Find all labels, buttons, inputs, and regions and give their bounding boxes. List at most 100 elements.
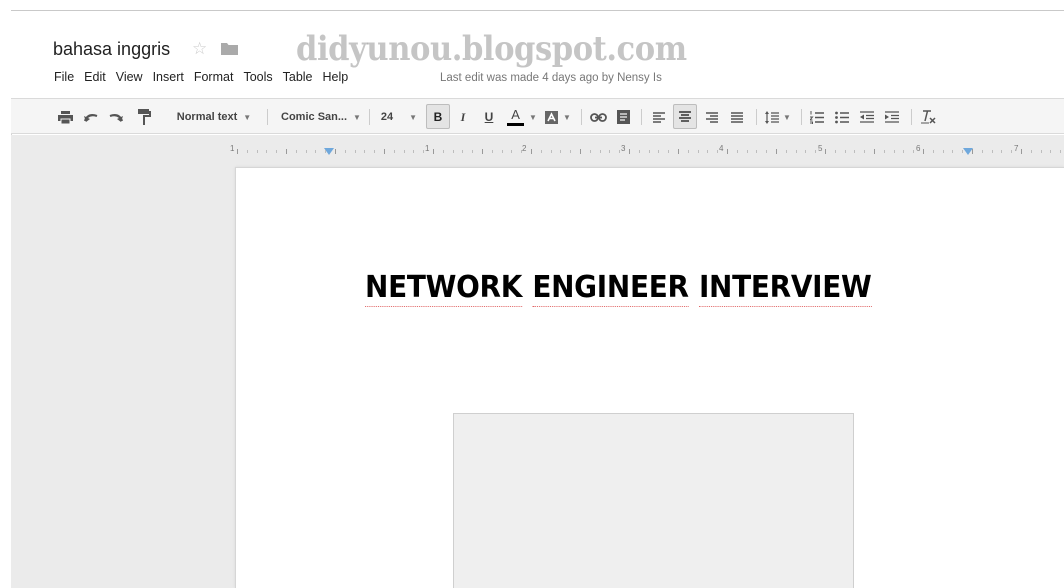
ruler-tick bbox=[648, 150, 650, 153]
ruler-tick bbox=[521, 150, 523, 153]
align-left-icon bbox=[653, 111, 665, 123]
increase-indent-button[interactable] bbox=[881, 99, 903, 135]
text-color-button[interactable]: A ▼ bbox=[505, 99, 539, 135]
menu-view[interactable]: View bbox=[116, 70, 143, 88]
numbered-list-icon bbox=[810, 110, 824, 124]
paint-format-button[interactable] bbox=[135, 99, 153, 135]
justify-icon bbox=[731, 111, 743, 123]
menu-table[interactable]: Table bbox=[283, 70, 313, 88]
highlight-color-button[interactable]: ▼ bbox=[543, 99, 573, 135]
ruler-tick bbox=[550, 150, 552, 153]
watermark: didyunou.blogspot.com bbox=[296, 29, 687, 69]
ruler-tick bbox=[1021, 149, 1022, 154]
ruler-tick bbox=[942, 150, 944, 153]
star-icon[interactable]: ☆ bbox=[192, 40, 207, 57]
ruler-tick bbox=[482, 149, 483, 154]
ruler-tick bbox=[511, 150, 513, 153]
ruler-tick bbox=[776, 149, 777, 154]
align-center-button[interactable] bbox=[673, 104, 697, 129]
italic-button[interactable]: I bbox=[453, 99, 473, 135]
underline-button[interactable]: U bbox=[479, 99, 499, 135]
undo-button[interactable] bbox=[81, 99, 101, 135]
toolbar-separator bbox=[581, 109, 582, 125]
ruler-tick bbox=[727, 149, 728, 154]
style-dropdown[interactable]: Normal text ▼ bbox=[175, 99, 253, 135]
ruler-tick bbox=[1050, 150, 1052, 153]
menu-help[interactable]: Help bbox=[323, 70, 349, 88]
ruler-label: 1 bbox=[230, 144, 235, 153]
justify-button[interactable] bbox=[725, 99, 749, 135]
heading-word: INTERVIEW bbox=[698, 270, 872, 307]
numbered-list-button[interactable] bbox=[806, 99, 828, 135]
ruler-tick bbox=[501, 150, 503, 153]
toolbar-separator bbox=[267, 109, 268, 125]
document-title[interactable]: bahasa inggris bbox=[53, 39, 170, 60]
ruler-tick bbox=[825, 149, 826, 154]
ruler-tick bbox=[893, 150, 895, 153]
ruler-tick bbox=[589, 150, 591, 153]
ruler-tick bbox=[668, 150, 670, 153]
ruler-tick bbox=[903, 150, 905, 153]
ruler-label: 4 bbox=[719, 144, 724, 153]
text-color-bar bbox=[507, 123, 525, 126]
decrease-indent-button[interactable] bbox=[856, 99, 878, 135]
ruler-tick bbox=[913, 150, 915, 153]
folder-icon[interactable] bbox=[221, 42, 238, 55]
document-heading[interactable]: NETWORK ENGINEER INTERVIEW bbox=[365, 270, 882, 307]
ruler-tick bbox=[619, 150, 621, 153]
ruler-tick bbox=[658, 150, 660, 153]
ruler-tick bbox=[256, 150, 258, 153]
ruler-tick bbox=[981, 150, 983, 153]
ruler-label: 1 bbox=[425, 144, 430, 153]
image-placeholder[interactable] bbox=[453, 413, 854, 588]
document-page[interactable]: NETWORK ENGINEER INTERVIEW bbox=[235, 167, 1064, 588]
bulleted-list-button[interactable] bbox=[831, 99, 853, 135]
ruler-tick bbox=[795, 150, 797, 153]
ruler-label: 3 bbox=[621, 144, 626, 153]
menu-file[interactable]: File bbox=[54, 70, 74, 88]
font-dropdown[interactable]: Comic San... ▼ bbox=[275, 99, 367, 135]
font-size-dropdown[interactable]: 24 ▼ bbox=[373, 99, 425, 135]
comment-icon bbox=[616, 110, 630, 124]
increase-indent-icon bbox=[885, 111, 899, 123]
toolbar-separator bbox=[641, 109, 642, 125]
redo-button[interactable] bbox=[105, 99, 125, 135]
ruler-tick bbox=[599, 150, 601, 153]
ruler-tick bbox=[491, 150, 493, 153]
ruler-tick bbox=[638, 150, 640, 153]
heading-word: NETWORK bbox=[365, 270, 523, 307]
last-edit-link[interactable]: Last edit was made 4 days ago by Nensy I… bbox=[440, 72, 662, 84]
menu-insert[interactable]: Insert bbox=[153, 70, 184, 88]
bold-button[interactable]: B bbox=[426, 104, 450, 129]
align-left-button[interactable] bbox=[647, 99, 671, 135]
bulleted-list-icon bbox=[835, 111, 849, 123]
ruler-tick bbox=[923, 149, 924, 154]
comment-button[interactable] bbox=[612, 99, 634, 135]
menu-format[interactable]: Format bbox=[194, 70, 234, 88]
print-icon bbox=[57, 110, 73, 124]
link-icon bbox=[589, 112, 607, 122]
chevron-down-icon: ▼ bbox=[783, 112, 791, 122]
ruler-tick bbox=[1060, 150, 1062, 153]
toolbar: Normal text ▼ Comic San... ▼ 24 ▼ B I U A ▼… bbox=[11, 98, 1064, 134]
line-spacing-button[interactable]: ▼ bbox=[761, 99, 795, 135]
ruler-tick bbox=[374, 150, 376, 153]
print-button[interactable] bbox=[55, 99, 75, 135]
ruler-tick bbox=[315, 150, 317, 153]
ruler-tick bbox=[629, 149, 630, 154]
ruler-tick bbox=[452, 150, 454, 153]
ruler-tick bbox=[717, 150, 719, 153]
align-right-button[interactable] bbox=[700, 99, 724, 135]
link-button[interactable] bbox=[586, 99, 610, 135]
ruler-tick bbox=[844, 150, 846, 153]
menu-edit[interactable]: Edit bbox=[84, 70, 106, 88]
ruler-tick bbox=[433, 149, 434, 154]
menu-tools[interactable]: Tools bbox=[243, 70, 272, 88]
clear-formatting-button[interactable] bbox=[916, 99, 940, 135]
highlight-color-icon bbox=[545, 110, 559, 124]
ruler-tick bbox=[403, 150, 405, 153]
ruler[interactable]: 1 1 2 3 4 5 6 7 bbox=[227, 141, 1064, 159]
menu-bar: File Edit View Insert Format Tools Table… bbox=[54, 70, 358, 88]
ruler-tick bbox=[384, 149, 385, 154]
align-right-icon bbox=[706, 111, 718, 123]
